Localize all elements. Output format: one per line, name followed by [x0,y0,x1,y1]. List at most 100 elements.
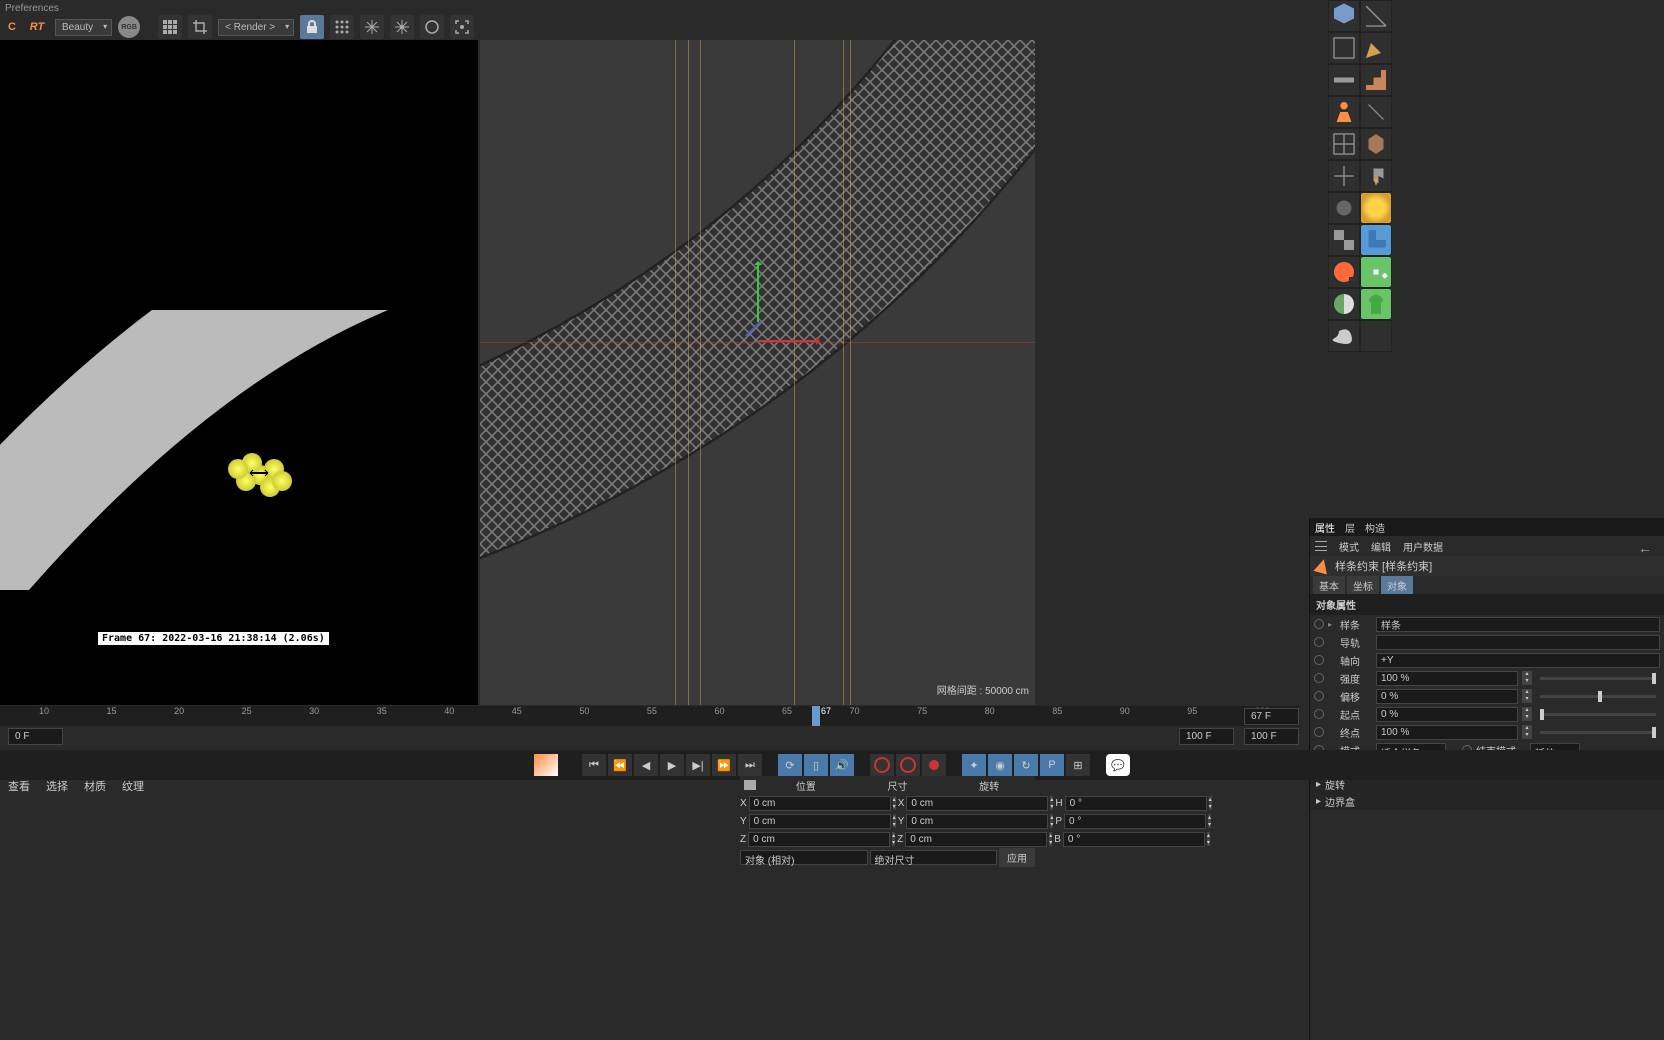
go-end-button[interactable]: ⏭ [738,754,762,776]
menu-userdata[interactable]: 用户数据 [1403,539,1443,554]
pos-input[interactable] [749,796,891,811]
tool-icon[interactable] [1328,192,1360,224]
range-end-input[interactable]: 100 F [1244,728,1299,745]
strength-input[interactable] [1376,671,1518,686]
range-button[interactable]: ▯ [804,754,828,776]
spinner[interactable]: ▴▾ [1049,832,1052,846]
timeline-ruler[interactable]: 1015202530354045505560657075808590951006… [0,706,1299,726]
main-viewport[interactable]: 网格间距 : 50000 cm [480,40,1035,705]
lock-icon[interactable] [300,15,324,39]
left-viewport[interactable]: Frame 67: 2022-03-16 21:38:14 (2.06s) [0,40,478,705]
sphere-tool[interactable] [1328,256,1360,288]
strength-slider[interactable] [1540,677,1656,680]
timeline[interactable]: 1015202530354045505560657075808590951006… [0,706,1299,726]
pos-input[interactable] [749,814,891,829]
next-key-button[interactable]: ⏩ [712,754,736,776]
axis-dropdown[interactable]: +Y [1376,653,1660,668]
end-input[interactable] [1376,725,1518,740]
spinner[interactable]: ▴▾ [893,796,896,810]
tab-basic[interactable]: 基本 [1313,576,1345,594]
menu-select[interactable]: 选择 [46,778,68,794]
pos-input[interactable] [748,832,890,847]
person-tool[interactable] [1328,96,1360,128]
size-input[interactable] [905,832,1047,847]
rgb-button[interactable]: RGB [118,16,140,38]
key-param-button[interactable]: P [1040,754,1064,776]
burger-icon[interactable] [744,780,756,790]
radio[interactable] [1314,691,1324,701]
half-sphere-tool[interactable] [1328,288,1360,320]
cube-tool[interactable] [1328,0,1360,32]
material-icon[interactable] [534,754,558,776]
render-dropdown[interactable]: < Render > [218,19,294,36]
tab-structure[interactable]: 构造 [1365,520,1385,535]
coord-mode-dropdown[interactable]: 对象 (相对) [740,850,868,865]
gizmo-y-axis[interactable] [757,262,759,322]
focus-icon[interactable] [450,15,474,39]
loop-button[interactable]: ⟳ [778,754,802,776]
align-tool[interactable] [1328,160,1360,192]
prev-key-button[interactable]: ⏪ [608,754,632,776]
tool-icon[interactable] [1360,96,1392,128]
grid-icon[interactable] [158,15,182,39]
step-tool[interactable] [1360,64,1392,96]
size-mode-dropdown[interactable]: 绝对尺寸 [870,850,998,865]
spinner[interactable]: ▴▾ [1209,796,1212,810]
crop-icon[interactable] [188,15,212,39]
down-arrow-icon[interactable] [1360,160,1392,192]
offset-slider[interactable] [1540,695,1656,698]
menu-view[interactable]: 查看 [8,778,30,794]
radio[interactable] [1314,673,1324,683]
rot-input[interactable] [1063,832,1205,847]
size-input[interactable] [906,814,1048,829]
record-button[interactable] [922,754,946,776]
frame-tool[interactable] [1328,32,1360,64]
end-slider[interactable] [1540,731,1656,734]
current-frame-input[interactable]: 67 F [1244,708,1299,725]
playhead[interactable] [812,706,820,726]
rot-input[interactable] [1064,814,1206,829]
radio[interactable] [1314,727,1324,737]
mesh-tool[interactable] [1328,128,1360,160]
key-scale-button[interactable]: ◉ [988,754,1012,776]
bar-tool[interactable] [1328,64,1360,96]
circle-icon[interactable] [420,15,444,39]
gizmo-x-axis[interactable] [759,340,819,342]
tab-coord[interactable]: 坐标 [1347,576,1379,594]
c-button[interactable]: C [5,17,19,37]
tab-attributes[interactable]: 属性 [1315,520,1335,535]
key-move-button[interactable]: ✦ [962,754,986,776]
start-input[interactable] [1376,707,1518,722]
spinner[interactable]: ▴▾ [1522,689,1532,703]
offset-input[interactable] [1376,689,1518,704]
shirt-tool[interactable] [1360,288,1392,320]
menu-edit[interactable]: 编辑 [1371,539,1391,554]
go-start-button[interactable]: ⏮ [582,754,606,776]
tab-layer[interactable]: 层 [1345,520,1355,535]
radio[interactable] [1314,655,1324,665]
collapse-bbox[interactable]: ▸边界盒 [1310,793,1664,810]
spinner[interactable]: ▴▾ [1522,725,1532,739]
record-key-button[interactable] [896,754,920,776]
chat-icon[interactable]: 💬 [1106,754,1130,776]
start-slider[interactable] [1540,713,1656,716]
burger-icon[interactable] [1315,541,1327,551]
spinner[interactable]: ▴▾ [1208,814,1211,828]
key-grid-button[interactable]: ⊞ [1066,754,1090,776]
chevron-icon[interactable]: ▸ [1328,620,1336,629]
apply-button[interactable]: 应用 [999,848,1035,867]
record-outline-button[interactable] [870,754,894,776]
sound-button[interactable]: 🔊 [830,754,854,776]
pen-tool[interactable] [1360,32,1392,64]
torus-tool[interactable] [1360,192,1392,224]
spinner[interactable]: ▴▾ [1207,832,1210,846]
end-frame-input[interactable]: 100 F [1179,728,1234,745]
beauty-dropdown[interactable]: Beauty [55,19,112,36]
menu-mode[interactable]: 模式 [1339,539,1359,554]
spinner[interactable]: ▴▾ [1050,796,1053,810]
spinner[interactable]: ▴▾ [892,832,895,846]
box-tool[interactable] [1360,128,1392,160]
key-rotate-button[interactable]: ↻ [1014,754,1038,776]
radio[interactable] [1314,637,1324,647]
menu-material[interactable]: 材质 [84,778,106,794]
